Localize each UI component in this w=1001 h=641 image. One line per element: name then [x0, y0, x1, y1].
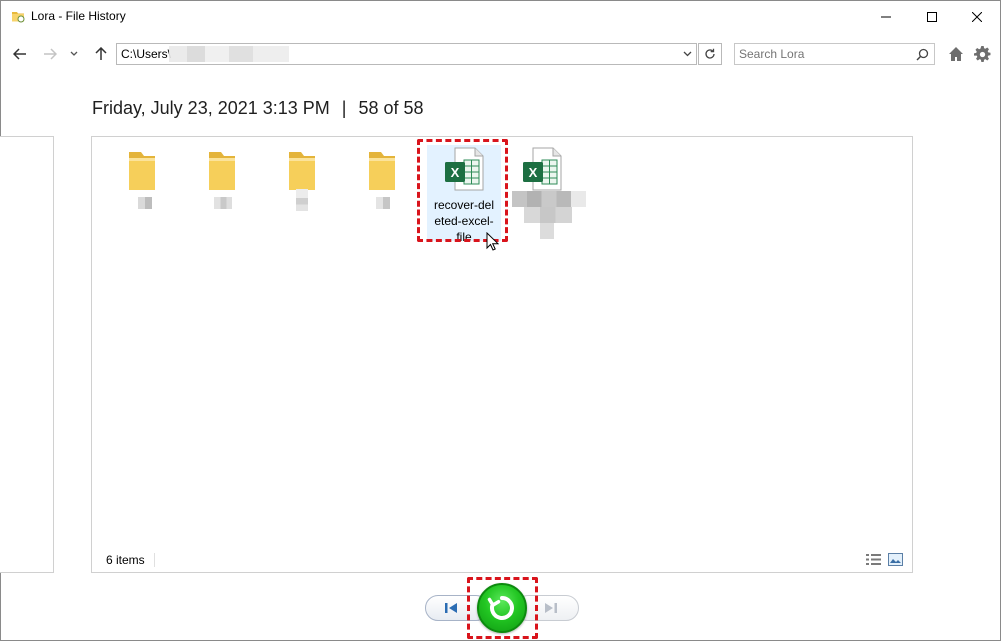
minimize-icon: [881, 16, 891, 17]
address-bar[interactable]: C:\Users\: [116, 43, 697, 65]
search-icon: [916, 48, 929, 61]
excel-file-icon: X: [523, 147, 562, 191]
back-button[interactable]: [10, 44, 30, 64]
folder-icon: [289, 152, 315, 190]
snapshot-date: Friday, July 23, 2021 3:13 PM: [92, 98, 330, 118]
search-input[interactable]: [739, 47, 909, 61]
recent-locations-button[interactable]: [64, 44, 84, 64]
folder-icon: [369, 152, 395, 190]
redacted-label: [524, 207, 572, 223]
refresh-button[interactable]: [698, 43, 722, 65]
redacted-label: [376, 197, 390, 209]
chevron-down-icon: [683, 51, 691, 57]
folder-icon: [209, 152, 235, 190]
svg-text:X: X: [529, 165, 538, 180]
arrow-right-icon: [44, 48, 57, 60]
details-view-icon[interactable]: [866, 553, 881, 566]
address-path: C:\Users\: [121, 47, 172, 61]
snapshot-position: 58 of 58: [358, 98, 424, 118]
close-icon: [972, 11, 982, 22]
title-bar: Lora - File History: [1, 1, 1000, 32]
file-history-window: Lora - File History C:\Users\ Search Lor…: [0, 0, 1001, 641]
arrow-up-icon: [95, 47, 107, 60]
skip-back-icon: [445, 603, 457, 613]
skip-forward-icon: [545, 603, 557, 613]
highlight-box: [417, 139, 508, 242]
file-view-panel: X recover-del eted-excel- file X 6 items: [91, 136, 913, 573]
window-title: Lora - File History: [31, 9, 126, 23]
status-divider: [154, 553, 155, 567]
address-redacted: [169, 46, 289, 62]
home-button[interactable]: [947, 45, 965, 63]
redacted-label: [138, 197, 152, 209]
maximize-button[interactable]: [909, 1, 955, 32]
search-box[interactable]: [734, 43, 935, 65]
close-button[interactable]: [954, 1, 1000, 32]
address-dropdown-button[interactable]: [677, 43, 697, 65]
file-history-app-icon: [12, 12, 25, 23]
settings-button[interactable]: [973, 45, 991, 63]
large-icons-view-icon[interactable]: [888, 553, 903, 566]
home-icon: [949, 47, 963, 61]
folder-icon: [129, 152, 155, 190]
file-item[interactable]: [342, 149, 422, 219]
gear-icon: [973, 45, 990, 62]
file-item[interactable]: [262, 149, 342, 219]
file-item[interactable]: [182, 149, 262, 219]
refresh-icon: [705, 48, 715, 59]
snapshot-header: Friday, July 23, 2021 3:13 PM | 58 of 58: [92, 98, 424, 119]
maximize-icon: [927, 11, 937, 22]
chevron-down-icon: [70, 51, 78, 56]
arrow-left-icon: [13, 48, 26, 60]
redacted-label: [540, 223, 554, 239]
previous-snapshot-panel[interactable]: [0, 136, 54, 573]
header-separator: |: [341, 98, 347, 118]
redacted-label: [214, 197, 232, 209]
up-button[interactable]: [91, 44, 111, 64]
forward-button[interactable]: [40, 44, 60, 64]
minimize-button[interactable]: [863, 1, 909, 32]
restore-highlight-box: [467, 577, 538, 639]
redacted-label: [512, 191, 586, 207]
item-count: 6 items: [106, 553, 145, 567]
file-item[interactable]: X: [502, 147, 586, 243]
file-item[interactable]: [102, 149, 182, 219]
redacted-label: [296, 189, 308, 211]
mouse-cursor-icon: [486, 232, 499, 251]
